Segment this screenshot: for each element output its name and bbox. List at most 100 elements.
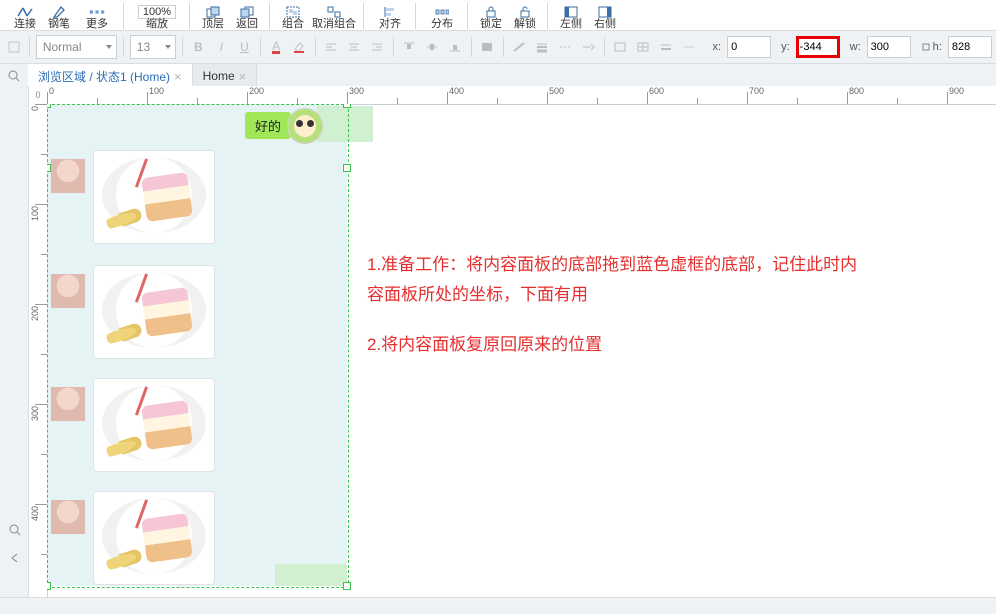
ribbon-label: 锁定 <box>480 19 502 30</box>
annotation-text-1: 1.准备工作：将内容面板的底部拖到蓝色虚框的底部，记住此时内容面板所处的坐标，下… <box>367 250 867 310</box>
ribbon-group-lock: 锁定 解锁 <box>468 0 548 32</box>
selection-handle[interactable] <box>47 164 51 172</box>
lock-aspect-icon <box>921 42 931 52</box>
border-style-button[interactable] <box>680 36 699 58</box>
coord-y-label: y: <box>781 41 790 53</box>
ribbon-label: 左侧 <box>560 19 582 30</box>
align-center-button[interactable] <box>345 36 364 58</box>
chevron-down-icon <box>165 45 171 49</box>
distribute-button[interactable]: 分布 <box>422 2 462 30</box>
coord-h-label: h: <box>921 41 942 53</box>
ribbon-label: 右侧 <box>594 19 616 30</box>
search-icon[interactable] <box>0 64 28 88</box>
horizontal-ruler: 0100200300400500600700800900 <box>47 86 996 105</box>
ribbon-label: 缩放 <box>146 19 168 30</box>
pen-button[interactable]: 钢笔 <box>42 2 76 30</box>
ribbon-label: 取消组合 <box>312 19 356 30</box>
fill-color-button[interactable] <box>290 36 309 58</box>
ribbon-label: 返回 <box>236 19 258 30</box>
bring-front-button[interactable]: 顶层 <box>196 2 230 30</box>
coord-x-label: x: <box>713 41 722 53</box>
font-size-select[interactable]: 13 <box>130 35 176 59</box>
text-color-button[interactable]: A <box>267 36 286 58</box>
selection-handle[interactable] <box>343 582 351 590</box>
ribbon-group-align: 对齐 <box>364 0 416 32</box>
align-left-button[interactable] <box>322 36 341 58</box>
ribbon-label: 解锁 <box>514 19 536 30</box>
annotation-text-2: 2.将内容面板复原回原来的位置 <box>367 330 602 360</box>
connect-button[interactable]: 连接 <box>8 2 42 30</box>
coord-x-input[interactable] <box>727 36 771 58</box>
font-size-value: 13 <box>137 40 150 54</box>
line-style-button[interactable] <box>555 36 574 58</box>
zoom-search-icon[interactable] <box>3 518 27 542</box>
arrow-button[interactable] <box>579 36 598 58</box>
divider <box>29 37 30 57</box>
border-weight-button[interactable] <box>656 36 675 58</box>
style-select[interactable]: Normal <box>36 35 117 59</box>
ribbon: 连接 钢笔 更多 100% 缩放 顶层 返回 组合 取消组合 对齐 分布 锁定 … <box>0 0 996 30</box>
lock-button[interactable]: 锁定 <box>474 2 508 30</box>
tab[interactable]: Home × <box>193 64 258 88</box>
italic-button[interactable]: I <box>212 36 231 58</box>
inner-border-button[interactable] <box>633 36 652 58</box>
selection-handle[interactable] <box>343 164 351 172</box>
ribbon-label: 顶层 <box>202 19 224 30</box>
ribbon-group-panels: 左侧 右侧 <box>548 0 628 32</box>
align-right-button[interactable] <box>368 36 387 58</box>
ribbon-group-zoom: 100% 缩放 <box>124 0 190 32</box>
zoom-control[interactable]: 100% 缩放 <box>130 2 184 30</box>
left-gutter <box>0 86 29 598</box>
selection-frame[interactable] <box>47 104 349 588</box>
coord-h-input[interactable] <box>948 36 992 58</box>
selection-handle[interactable] <box>47 104 51 108</box>
tab-active[interactable]: 浏览区域 / 状态1 (Home)× <box>28 64 193 88</box>
divider <box>182 37 183 57</box>
ribbon-group-group: 组合 取消组合 <box>270 0 364 32</box>
line-color-button[interactable] <box>509 36 528 58</box>
valign-top-button[interactable] <box>400 36 419 58</box>
ungroup-button[interactable]: 取消组合 <box>310 2 358 30</box>
valign-bottom-button[interactable] <box>446 36 465 58</box>
coord-y-input[interactable] <box>796 36 840 58</box>
underline-button[interactable]: U <box>235 36 254 58</box>
divider <box>471 37 472 57</box>
ruler-corner: 0 <box>29 86 48 105</box>
ribbon-label: 组合 <box>282 19 304 30</box>
outer-border-button[interactable] <box>610 36 629 58</box>
tab-label: Home <box>203 69 235 83</box>
valign-middle-button[interactable] <box>423 36 442 58</box>
collapse-left-icon[interactable] <box>3 546 27 570</box>
style-value: Normal <box>43 40 82 54</box>
zoom-value: 100% <box>138 5 176 19</box>
align-button[interactable]: 对齐 <box>370 2 410 30</box>
more-button[interactable]: 更多 <box>76 2 118 30</box>
ribbon-group-edit: 连接 钢笔 更多 <box>2 0 124 32</box>
chevron-down-icon <box>106 45 112 49</box>
clear-format-button[interactable] <box>4 36 23 58</box>
divider <box>123 37 124 57</box>
format-bar: Normal 13 B I U A x: y: w: h: <box>0 30 996 64</box>
divider <box>503 37 504 57</box>
unlock-button[interactable]: 解锁 <box>508 2 542 30</box>
ribbon-group-distribute: 分布 <box>416 0 468 32</box>
selection-handle[interactable] <box>343 104 351 108</box>
group-button[interactable]: 组合 <box>276 2 310 30</box>
bold-button[interactable]: B <box>189 36 208 58</box>
ribbon-group-order: 顶层 返回 <box>190 0 270 32</box>
workarea[interactable]: 0 0100200300400500600700800900 010020030… <box>29 86 996 598</box>
bg-fill-button[interactable] <box>478 36 497 58</box>
ribbon-label: 对齐 <box>379 19 401 30</box>
divider <box>604 37 605 57</box>
ribbon-label: 更多 <box>86 19 108 30</box>
canvas-wrap: 0 0100200300400500600700800900 010020030… <box>0 86 996 598</box>
close-icon[interactable]: × <box>174 70 182 83</box>
right-panel-button[interactable]: 右侧 <box>588 2 622 30</box>
send-back-button[interactable]: 返回 <box>230 2 264 30</box>
coord-w-input[interactable] <box>867 36 911 58</box>
stage[interactable]: 好的 微博 微博 微博 微博 1.准备工作：将内容面板的底部拖到蓝色虚框的底部，… <box>47 104 996 598</box>
close-icon[interactable]: × <box>239 70 247 83</box>
line-weight-button[interactable] <box>532 36 551 58</box>
left-panel-button[interactable]: 左侧 <box>554 2 588 30</box>
selection-handle[interactable] <box>47 582 51 590</box>
